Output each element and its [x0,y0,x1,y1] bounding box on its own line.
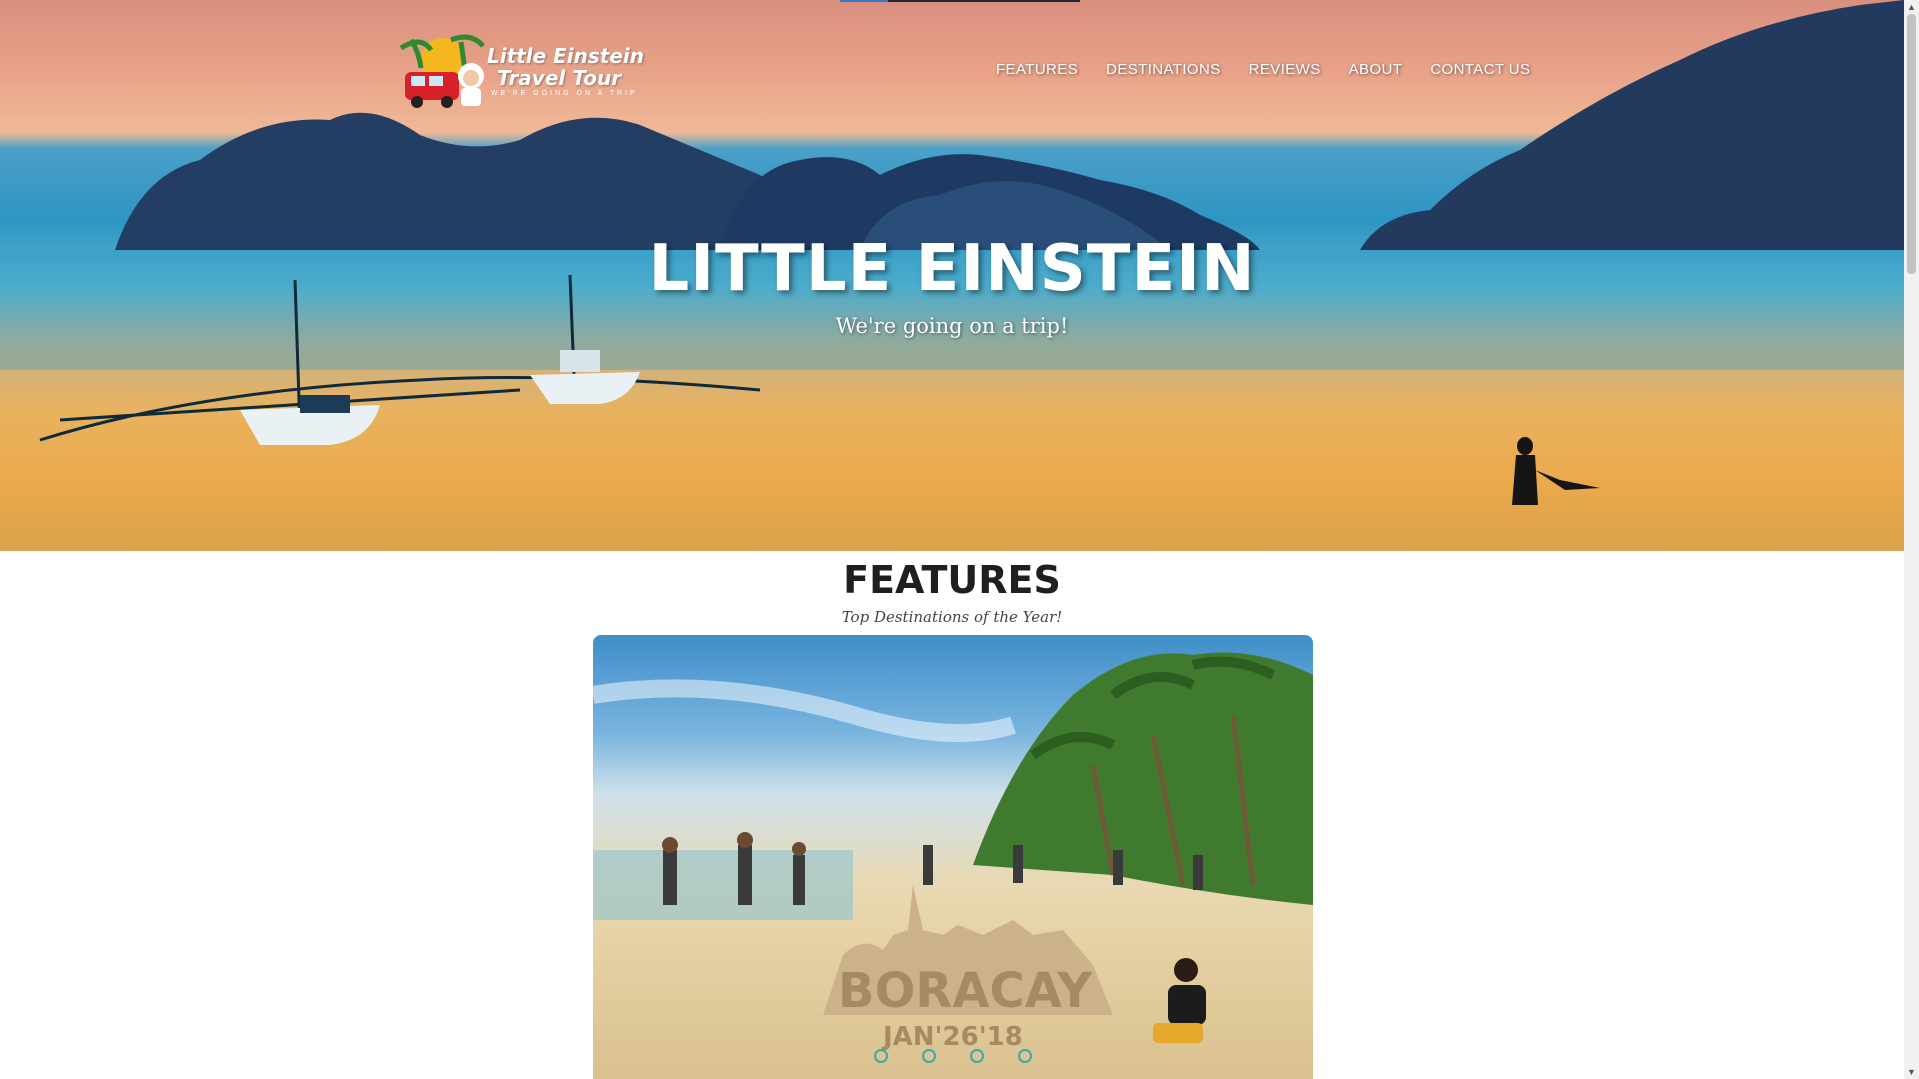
carousel-dot-3[interactable] [970,1049,984,1063]
scroll-up-arrow-icon[interactable]: ▲ [1904,0,1919,14]
brand-tagline: WE'RE GOING ON A TRIP [491,90,638,97]
nav-features[interactable]: FEATURES [996,61,1078,78]
scroll-down-arrow-icon[interactable]: ▼ [1904,1065,1919,1079]
hero-banner: Little Einstein Travel Tour WE'RE GOING … [0,0,1904,551]
vertical-scrollbar[interactable]: ▲ ▼ [1904,0,1919,1079]
sand-text-main: BORACAY [838,963,1093,1019]
carousel-dot-4[interactable] [1018,1049,1032,1063]
brand-name-line1: Little Einstein [487,44,644,68]
page-load-progress [840,0,1080,2]
brand-logo[interactable]: Little Einstein Travel Tour WE'RE GOING … [391,30,644,112]
features-heading: FEATURES [843,558,1061,602]
sand-text-date: JAN'26'18 [881,1022,1023,1052]
destinations-carousel[interactable]: BORACAY JAN'26'18 [593,635,1313,1079]
carousel-dot-1[interactable] [874,1049,888,1063]
features-subheading: Top Destinations of the Year! [841,608,1063,626]
carousel-slide-image: BORACAY JAN'26'18 [593,652,1313,1052]
nav-about[interactable]: ABOUT [1349,61,1403,78]
scrollbar-thumb[interactable] [1907,14,1916,274]
hero-subtitle: We're going on a trip! [835,314,1069,338]
logo-van-icon [399,34,485,108]
carousel-dot-2[interactable] [922,1049,936,1063]
nav-reviews[interactable]: REVIEWS [1249,61,1321,78]
carousel-indicators [593,1049,1313,1063]
nav-contact-us[interactable]: CONTACT US [1430,61,1530,78]
brand-name-line2: Travel Tour [497,66,622,90]
hero-title: LITTLE EINSTEIN [648,232,1256,306]
nav-destinations[interactable]: DESTINATIONS [1106,61,1221,78]
main-nav: FEATURES DESTINATIONS REVIEWS ABOUT CONT… [996,61,1558,78]
